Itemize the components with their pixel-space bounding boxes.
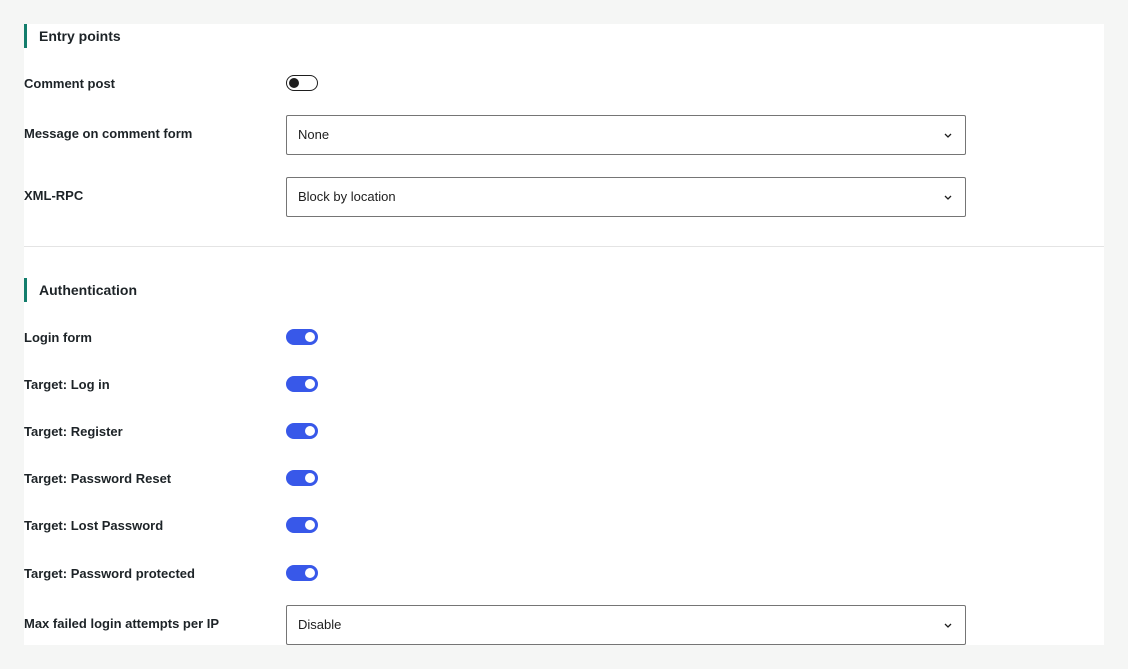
xml-rpc-select[interactable]: Block by location xyxy=(286,177,966,217)
toggle-knob xyxy=(305,332,315,342)
target-register-toggle[interactable] xyxy=(286,423,318,439)
comment-post-label: Comment post xyxy=(24,76,115,91)
message-on-comment-form-label: Message on comment form xyxy=(24,126,193,141)
target-password-protected-toggle[interactable] xyxy=(286,565,318,581)
target-password-reset-toggle[interactable] xyxy=(286,470,318,486)
target-log-in-toggle[interactable] xyxy=(286,376,318,392)
section-title-entry-points: Entry points xyxy=(24,24,121,48)
section-title-authentication: Authentication xyxy=(24,278,137,302)
toggle-knob xyxy=(305,568,315,578)
toggle-knob xyxy=(305,379,315,389)
toggle-knob xyxy=(305,520,315,530)
chevron-down-icon xyxy=(944,623,952,628)
toggle-knob xyxy=(305,426,315,436)
login-form-label: Login form xyxy=(24,330,92,345)
toggle-knob xyxy=(305,473,315,483)
login-form-toggle[interactable] xyxy=(286,329,318,345)
chevron-down-icon xyxy=(944,195,952,200)
comment-post-toggle[interactable] xyxy=(286,75,318,91)
max-failed-login-label: Max failed login attempts per IP xyxy=(24,616,220,631)
toggle-knob xyxy=(289,78,299,88)
select-value: Block by location xyxy=(298,189,396,204)
chevron-down-icon xyxy=(944,133,952,138)
xml-rpc-label: XML-RPC xyxy=(24,188,84,203)
select-value: Disable xyxy=(298,617,342,632)
select-value: None xyxy=(298,127,330,142)
target-password-protected-label: Target: Password protected xyxy=(24,566,195,581)
settings-panel: Entry points Comment post Message on com… xyxy=(24,24,1104,645)
target-register-label: Target: Register xyxy=(24,424,123,439)
section-divider xyxy=(24,246,1104,247)
message-on-comment-form-select[interactable]: None xyxy=(286,115,966,155)
max-failed-login-select[interactable]: Disable xyxy=(286,605,966,645)
target-lost-password-toggle[interactable] xyxy=(286,517,318,533)
target-log-in-label: Target: Log in xyxy=(24,377,110,392)
target-lost-password-label: Target: Lost Password xyxy=(24,518,164,533)
target-password-reset-label: Target: Password Reset xyxy=(24,471,172,486)
